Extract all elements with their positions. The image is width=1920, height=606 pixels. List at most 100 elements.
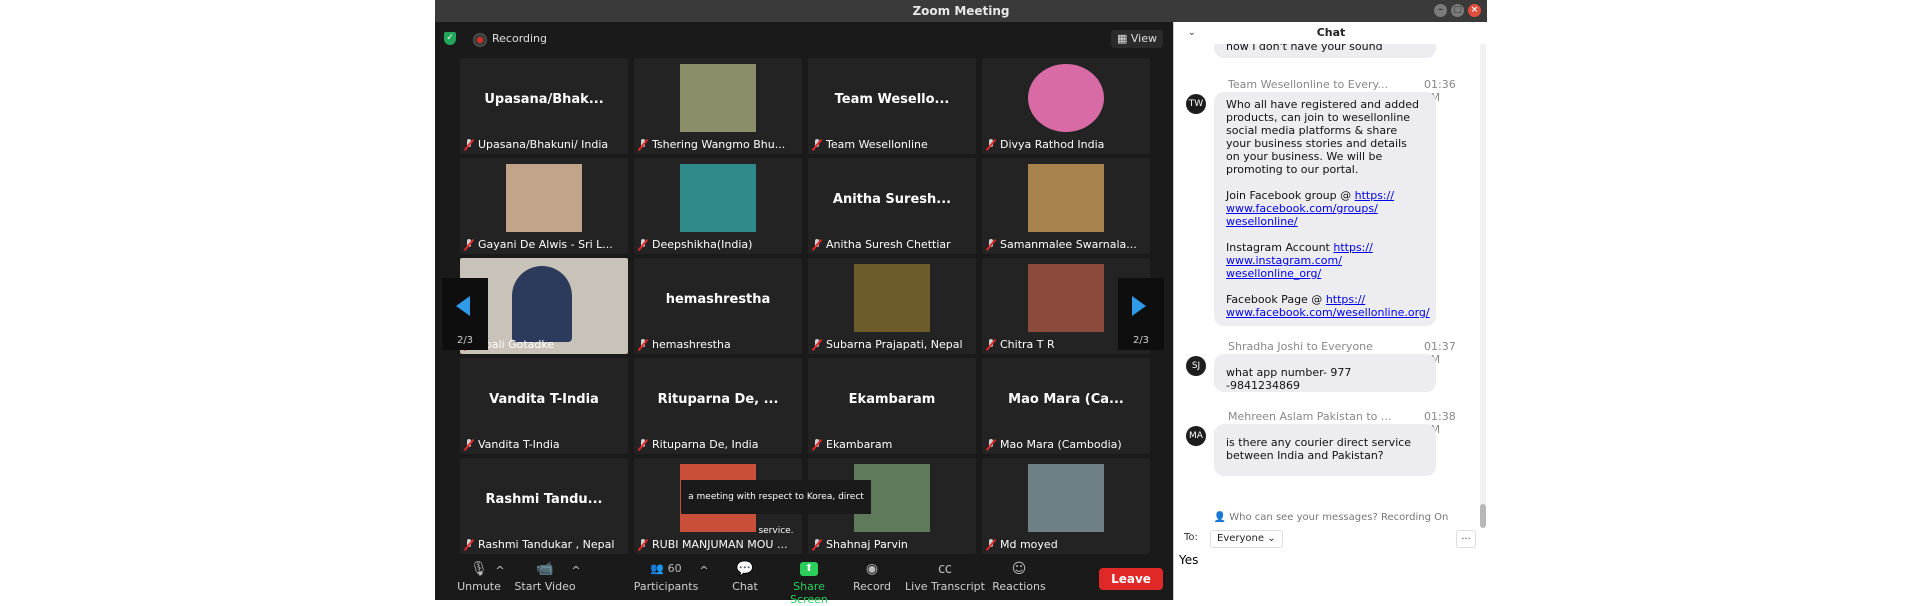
share-screen-button[interactable]: ⬆ Share Screen	[773, 560, 845, 606]
participant-label: Tshering Wangmo Bhu...	[638, 138, 798, 151]
participants-options-caret[interactable]: ^	[697, 564, 711, 577]
video-tile[interactable]: Gayani De Alwis - Sri L...	[460, 158, 628, 254]
chevron-down-icon[interactable]: ⌄	[1188, 22, 1196, 44]
participant-label: Gayani De Alwis - Sri L...	[464, 238, 624, 251]
muted-mic-icon	[986, 138, 996, 151]
video-tile[interactable]: Samanmalee Swarnala...	[982, 158, 1150, 254]
next-page-button[interactable]: 2/3	[1118, 278, 1164, 350]
live-caption: a meeting with respect to Korea, direct …	[681, 480, 871, 536]
facebook-group-link[interactable]: https://	[1355, 189, 1394, 202]
video-tile[interactable]: Team Wesello... Team Wesellonline	[808, 58, 976, 154]
participant-name: Team Wesellonline	[826, 138, 928, 151]
video-options-caret[interactable]: ^	[569, 564, 583, 577]
cc-icon: ㏄	[938, 561, 952, 577]
video-tile[interactable]: Anitha Suresh... Anitha Suresh Chettiar	[808, 158, 976, 254]
share-arrow-icon: ⬆	[800, 562, 818, 576]
muted-mic-icon	[464, 538, 474, 551]
participant-name-large: Team Wesello...	[834, 92, 950, 107]
participant-name: Rituparna De, India	[652, 438, 759, 451]
shield-icon[interactable]: ✓	[444, 32, 456, 45]
grid-icon: ▦	[1117, 32, 1131, 45]
minimize-button[interactable]: –	[1434, 4, 1447, 17]
recording-icon	[473, 33, 487, 47]
participant-label: Subarna Prajapati, Nepal	[812, 338, 972, 351]
participant-label: Deepshikha(India)	[638, 238, 798, 251]
chat-scrollbar[interactable]	[1480, 44, 1486, 528]
facebook-page-link[interactable]: https://	[1326, 293, 1365, 306]
video-tile[interactable]: Divya Rathod India	[982, 58, 1150, 154]
participant-photo	[680, 64, 756, 132]
participant-label: Ekambaram	[812, 438, 972, 451]
video-tile[interactable]: hemashrestha hemashrestha	[634, 258, 802, 354]
chat-message-input[interactable]	[1177, 548, 1481, 572]
window-title: Zoom Meeting	[912, 4, 1010, 18]
chat-button[interactable]: 💬 Chat	[725, 560, 765, 593]
participant-name: Subarna Prajapati, Nepal	[826, 338, 963, 351]
to-label: To:	[1184, 532, 1198, 543]
participant-name-large: Mao Mara (Ca...	[1008, 392, 1124, 407]
meeting-top-bar: ✓ Recording ▦ View	[435, 22, 1173, 56]
participant-name: Upasana/Bhakuni/ India	[478, 138, 609, 151]
facebook-group-link[interactable]: wesellonline/	[1226, 215, 1298, 228]
participant-name: Ekambaram	[826, 438, 893, 451]
participant-name: Deepshikha(India)	[652, 238, 753, 251]
muted-mic-icon	[986, 438, 996, 451]
participant-name: Gayani De Alwis - Sri L...	[478, 238, 613, 251]
live-transcript-button[interactable]: ㏄ Live Transcript	[903, 560, 987, 593]
chat-messages[interactable]: now I don't have your sound Team Wesello…	[1174, 44, 1474, 512]
close-button[interactable]: ×	[1468, 4, 1481, 17]
muted-mic-icon	[812, 338, 822, 351]
video-tile[interactable]: Upasana/Bhak... Upasana/Bhakuni/ India	[460, 58, 628, 154]
video-tile[interactable]: Tshering Wangmo Bhu...	[634, 58, 802, 154]
page-indicator-left: 2/3	[456, 335, 474, 346]
start-video-button[interactable]: 📹 Start Video	[513, 560, 577, 593]
facebook-page-link[interactable]: www.facebook.com/wesellonline.org/	[1226, 306, 1430, 319]
more-options-button[interactable]: ...	[1456, 530, 1476, 548]
view-button[interactable]: ▦ View	[1111, 30, 1163, 48]
participant-name: Divya Rathod India	[1000, 138, 1105, 151]
participant-label: Team Wesellonline	[812, 138, 972, 151]
muted-mic-icon	[812, 438, 822, 451]
instagram-link[interactable]: www.instagram.com/	[1226, 254, 1342, 267]
participant-photo	[506, 164, 582, 232]
chat-message-text: Who all have registered and added produc…	[1226, 98, 1419, 176]
facebook-group-link[interactable]: www.facebook.com/groups/	[1226, 202, 1378, 215]
instagram-link[interactable]: https://	[1333, 241, 1372, 254]
video-tile[interactable]: Mao Mara (Ca... Mao Mara (Cambodia)	[982, 358, 1150, 454]
leave-button[interactable]: Leave	[1099, 568, 1163, 590]
video-tile[interactable]: Md moyed	[982, 458, 1150, 554]
participant-label: Shahnaj Parvin	[812, 538, 972, 551]
participant-name: Vandita T-India	[478, 438, 560, 451]
maximize-button[interactable]: □	[1451, 4, 1464, 17]
chat-bubble-previous: now I don't have your sound	[1214, 44, 1436, 58]
video-tile[interactable]: Deepshikha(India)	[634, 158, 802, 254]
chat-sender: Mehreen Aslam Pakistan to ...	[1228, 410, 1392, 423]
video-tile[interactable]: Rituparna De, ... Rituparna De, India	[634, 358, 802, 454]
recipient-select[interactable]: Everyone ⌄	[1210, 530, 1283, 548]
prev-page-button[interactable]: 2/3	[442, 278, 488, 350]
reactions-button[interactable]: ☺ Reactions	[989, 560, 1049, 593]
video-tile[interactable]: Rashmi Tandu... Rashmi Tandukar , Nepal	[460, 458, 628, 554]
participant-label: Divya Rathod India	[986, 138, 1146, 151]
chat-sender: Team Wesellonline to Every...	[1228, 78, 1388, 91]
participant-label: Upasana/Bhakuni/ India	[464, 138, 624, 151]
left-arrow-icon	[456, 296, 470, 316]
participant-count: 60	[667, 562, 682, 575]
participant-name: Chitra T R	[1000, 338, 1055, 351]
participant-name-large: Upasana/Bhak...	[484, 92, 604, 107]
video-tile[interactable]: Vandita T-India Vandita T-India	[460, 358, 628, 454]
participant-label: Md moyed	[986, 538, 1146, 551]
participants-button[interactable]: 👥 60 Participants	[631, 560, 701, 593]
recording-label[interactable]: Recording	[492, 32, 547, 45]
video-tile[interactable]: Ekambaram Ekambaram	[808, 358, 976, 454]
avatar: SJ	[1186, 356, 1206, 376]
instagram-link[interactable]: wesellonline_org/	[1226, 267, 1321, 280]
chat-title: Chat	[1316, 26, 1346, 39]
participant-video	[512, 266, 572, 342]
who-can-see-link[interactable]: 👤 Who can see your messages? Recording O…	[1174, 512, 1488, 523]
chat-header: ⌄ Chat	[1174, 22, 1488, 44]
participant-name: Tshering Wangmo Bhu...	[652, 138, 786, 151]
audio-options-caret[interactable]: ^	[493, 564, 507, 577]
record-button[interactable]: ◉ Record	[847, 560, 897, 593]
video-tile[interactable]: Subarna Prajapati, Nepal	[808, 258, 976, 354]
